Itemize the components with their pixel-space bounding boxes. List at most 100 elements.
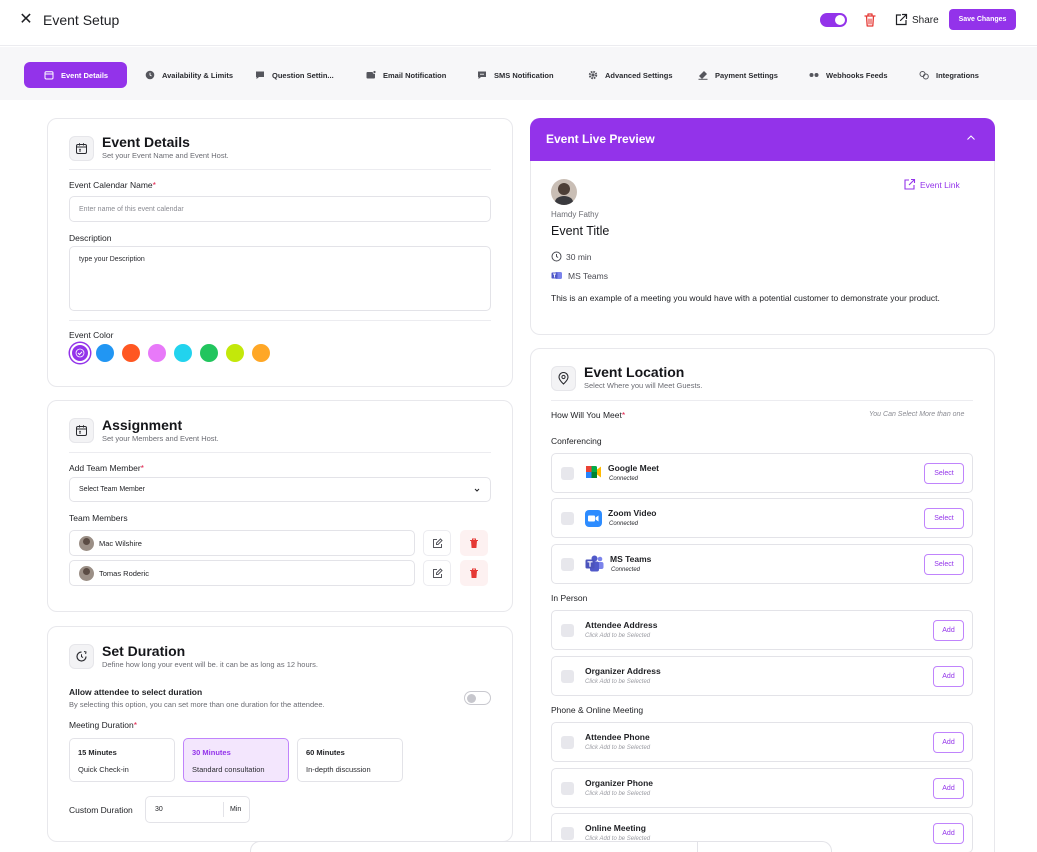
- clock-icon: [145, 70, 155, 80]
- google-meet-icon: [586, 466, 601, 478]
- checkbox[interactable]: [561, 670, 574, 683]
- chevron-up-icon[interactable]: [966, 134, 976, 142]
- option-status: Click Add to be Selected: [585, 745, 651, 751]
- add-button[interactable]: Add: [933, 620, 964, 641]
- tab-webhooks-feeds[interactable]: Webhooks Feeds: [809, 62, 888, 88]
- edit-icon: [432, 537, 443, 548]
- color-swatch[interactable]: [252, 344, 270, 362]
- duration-option-60[interactable]: 60 Minutes In-depth discussion: [297, 738, 403, 782]
- checkbox[interactable]: [561, 827, 574, 840]
- calendar-icon: [69, 136, 94, 161]
- ms-teams-icon: [551, 272, 562, 279]
- group-label: In Person: [551, 593, 588, 603]
- tab-integrations[interactable]: Integrations: [919, 62, 979, 88]
- preview-description: This is an example of a meeting you woul…: [551, 293, 940, 303]
- color-swatch[interactable]: [148, 344, 166, 362]
- delete-member-button[interactable]: [460, 530, 488, 556]
- select-button[interactable]: Select: [924, 554, 964, 575]
- checkbox[interactable]: [561, 512, 574, 525]
- section-subtitle: Set your Members and Event Host.: [102, 434, 219, 443]
- save-changes-button[interactable]: Save Changes: [949, 9, 1016, 30]
- custom-duration-input[interactable]: 30 Min: [145, 796, 250, 823]
- checkbox[interactable]: [561, 736, 574, 749]
- custom-duration-value: 30: [155, 806, 163, 813]
- duration-title: 15 Minutes: [78, 748, 117, 757]
- edit-member-button[interactable]: [423, 530, 451, 556]
- checkbox[interactable]: [561, 624, 574, 637]
- section-subtitle: Define how long your event will be. it c…: [102, 660, 318, 669]
- divider: [69, 320, 491, 321]
- floating-bar: [250, 841, 832, 852]
- group-label: Conferencing: [551, 436, 602, 446]
- duration-title: 30 Minutes: [192, 748, 231, 757]
- checkbox[interactable]: [561, 558, 574, 571]
- tab-event-details[interactable]: Event Details: [24, 62, 128, 88]
- color-swatch[interactable]: [174, 344, 192, 362]
- location-option-attendee-address: Attendee Address Click Add to be Selecte…: [551, 610, 973, 650]
- trash-icon[interactable]: [862, 11, 878, 29]
- allow-duration-toggle[interactable]: [464, 691, 491, 705]
- color-swatch[interactable]: [200, 344, 218, 362]
- top-bar: ✕ Event Setup Share Save Changes: [0, 0, 1037, 46]
- webhook-icon: [809, 73, 819, 77]
- tab-label: Webhooks Feeds: [826, 70, 888, 80]
- select-button[interactable]: Select: [924, 508, 964, 529]
- add-button[interactable]: Add: [933, 732, 964, 753]
- avatar: [79, 565, 94, 581]
- checkbox[interactable]: [561, 467, 574, 480]
- tab-availability[interactable]: Availability & Limits: [145, 62, 233, 88]
- section-title: Assignment: [102, 417, 183, 433]
- page-title: Event Setup: [43, 12, 120, 28]
- team-member-row: Tomas Roderic: [69, 560, 415, 586]
- allow-duration-desc: By selecting this option, you can set mo…: [69, 700, 325, 709]
- event-link[interactable]: Event Link: [903, 178, 960, 191]
- color-swatch[interactable]: [226, 344, 244, 362]
- tab-payment-settings[interactable]: Payment Settings: [698, 62, 778, 88]
- option-status: Connected: [609, 521, 639, 527]
- color-swatch[interactable]: [96, 344, 114, 362]
- divider: [697, 842, 698, 852]
- tab-label: Advanced Settings: [605, 70, 673, 80]
- host-avatar: [551, 179, 577, 205]
- add-button[interactable]: Add: [933, 778, 964, 799]
- duration-text: 30 min: [566, 251, 592, 262]
- duration-option-15[interactable]: 15 Minutes Quick Check-in: [69, 738, 175, 782]
- option-name: Google Meet: [608, 463, 660, 473]
- option-status: Connected: [611, 567, 641, 573]
- delete-member-button[interactable]: [460, 560, 488, 586]
- tab-label: Event Details: [61, 70, 109, 80]
- option-name: Organizer Phone: [585, 778, 654, 788]
- add-button[interactable]: Add: [933, 666, 964, 687]
- tab-question-settings[interactable]: Question Settin...: [255, 62, 334, 88]
- event-name-label: Event Calendar Name*: [69, 180, 156, 190]
- add-button[interactable]: Add: [933, 823, 964, 844]
- tab-sms-notification[interactable]: SMS Notification: [477, 62, 554, 88]
- color-swatch[interactable]: [122, 344, 140, 362]
- host-name: Hamdy Fathy: [551, 210, 599, 219]
- team-member-row: Mac Wilshire: [69, 530, 415, 556]
- event-active-toggle[interactable]: [820, 13, 847, 27]
- event-name-input[interactable]: Enter name of this event calendar: [69, 196, 491, 222]
- description-textarea[interactable]: type your Description: [69, 246, 491, 311]
- live-preview-title: Event Live Preview: [546, 132, 655, 146]
- close-icon[interactable]: ✕: [18, 11, 34, 29]
- custom-duration-label: Custom Duration: [69, 805, 133, 815]
- tab-advanced-settings[interactable]: Advanced Settings: [588, 62, 673, 88]
- preview-duration: 30 min: [551, 251, 592, 262]
- team-member-select[interactable]: Select Team Member: [69, 477, 491, 502]
- custom-duration-unit: Min: [230, 806, 242, 813]
- group-label: Phone & Online Meeting: [551, 705, 644, 715]
- share-button[interactable]: Share: [894, 11, 939, 29]
- duration-option-30[interactable]: 30 Minutes Standard consultation: [183, 738, 289, 782]
- tab-label: Email Notification: [383, 70, 447, 80]
- how-meet-label: How Will You Meet*: [551, 410, 626, 420]
- description-label: Description: [69, 233, 112, 243]
- edit-member-button[interactable]: [423, 560, 451, 586]
- checkbox[interactable]: [561, 782, 574, 795]
- ms-teams-icon: [585, 555, 604, 572]
- duration-desc: Standard consultation: [192, 765, 265, 774]
- tab-email-notification[interactable]: Email Notification: [366, 62, 446, 88]
- color-swatch-selected[interactable]: [70, 343, 90, 363]
- select-button[interactable]: Select: [924, 463, 964, 484]
- option-status: Click Add to be Selected: [585, 679, 651, 685]
